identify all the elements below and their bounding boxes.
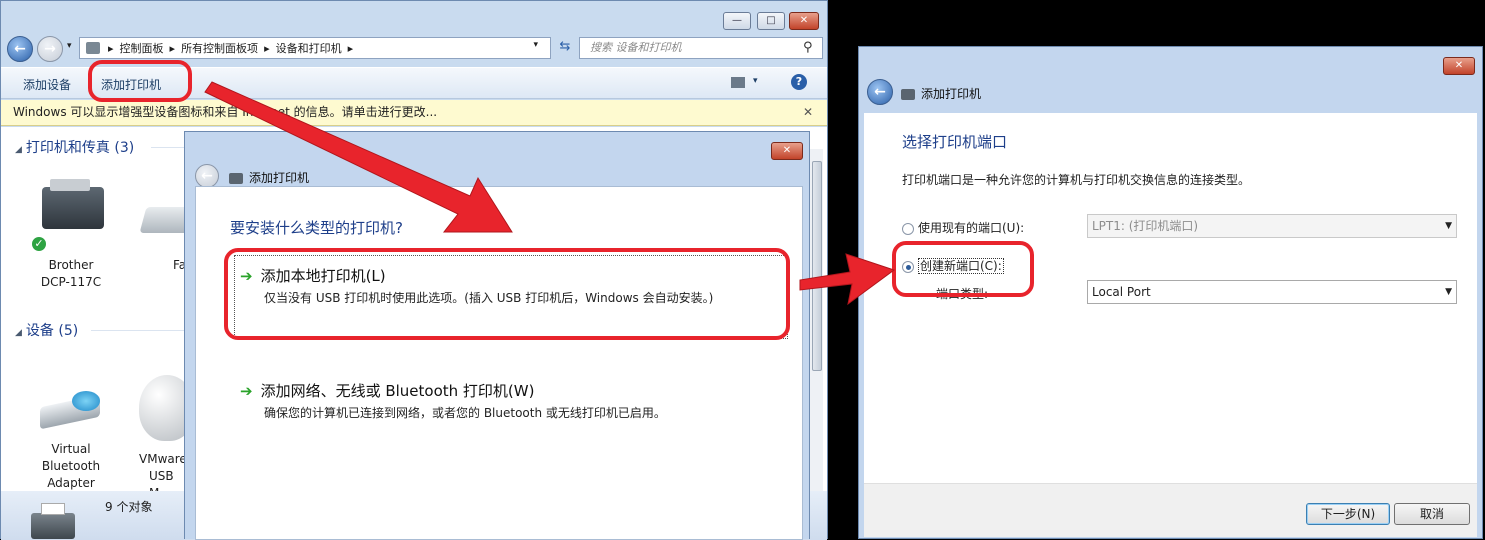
annotation-arrow-icon bbox=[204, 81, 513, 233]
annotation-arrow-icon bbox=[799, 253, 896, 306]
annotation-arrows bbox=[204, 81, 896, 306]
